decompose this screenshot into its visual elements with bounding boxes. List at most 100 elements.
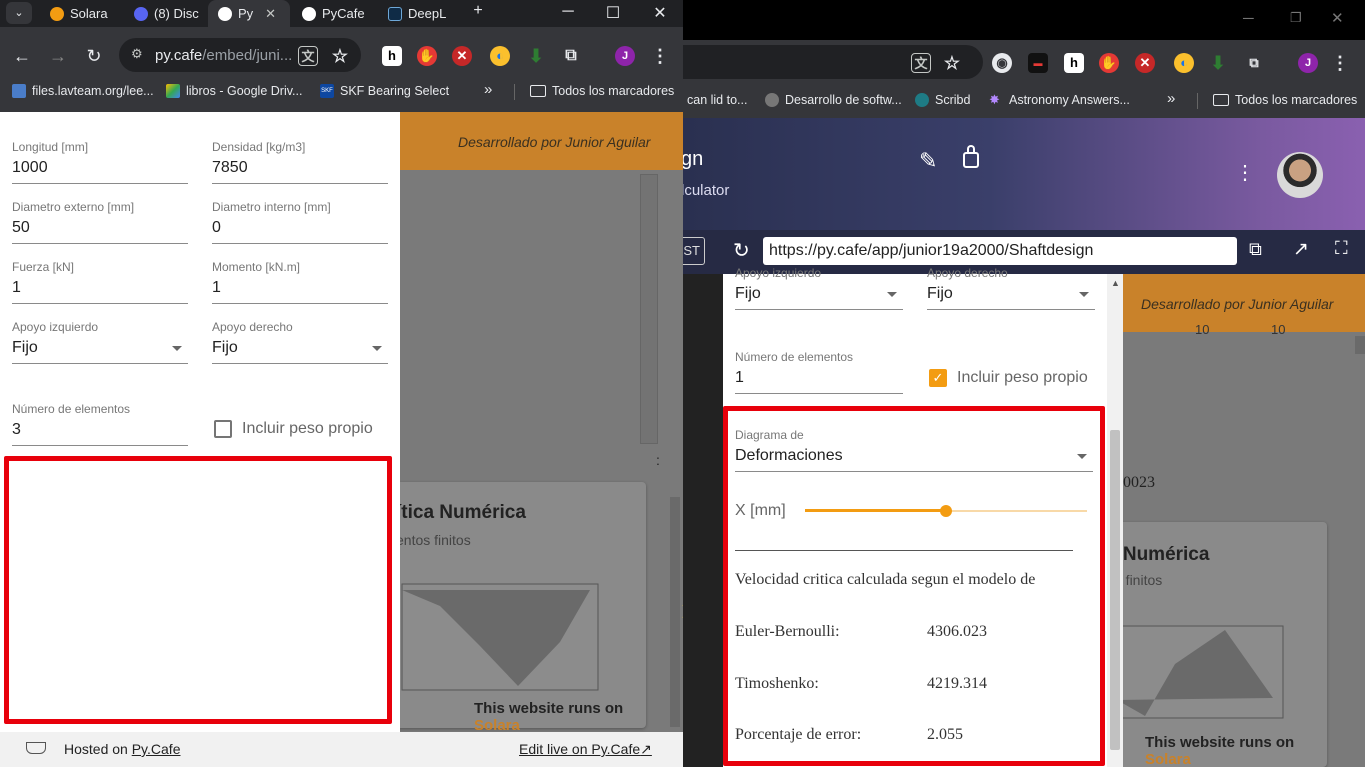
ublock-extension-icon[interactable]: ✕ — [1135, 53, 1155, 73]
menu-kebab-icon[interactable]: ⋮ — [1330, 53, 1350, 73]
extension-icon[interactable]: ▬ — [1028, 53, 1048, 73]
fuerza-field[interactable]: Fuerza [kN] 1 — [12, 260, 188, 304]
extensions-puzzle-icon[interactable]: ⧉ — [561, 46, 581, 66]
peso-propio-checkbox[interactable]: Incluir peso propio — [214, 420, 373, 438]
tab-discord[interactable]: (8) Disc — [124, 0, 208, 27]
bookmark-item[interactable]: SKF SKF Bearing Select — [320, 84, 449, 98]
apoyo-izquierdo-select[interactable]: Apoyo izquierdo Fijo — [12, 320, 188, 364]
reload-icon[interactable]: ↻ — [82, 44, 106, 68]
honey-extension-icon[interactable]: h — [382, 46, 402, 66]
bookmark-star-icon[interactable]: ☆ — [942, 53, 962, 73]
bookmark-item[interactable]: libros - Google Driv... — [166, 84, 302, 98]
numerica-card: a Numérica os finitos This website runs … — [1107, 522, 1327, 767]
window-minimize-inactive[interactable]: ─ — [1243, 10, 1254, 27]
extensions-puzzle-icon[interactable]: ⧉ — [1244, 53, 1264, 73]
scribd-icon — [915, 93, 929, 107]
apoyo-derecho-select[interactable]: Apoyo derecho Fijo — [212, 320, 388, 364]
diagrama-select[interactable]: Diagrama de Deformaciones — [735, 428, 1093, 472]
user-avatar[interactable] — [1277, 152, 1323, 198]
panel-scrollbar[interactable]: ▲ — [1107, 274, 1123, 767]
ublock-extension-icon[interactable]: ✕ — [452, 46, 472, 66]
shaft-input-panel: ▲ Apoyo izquierdo Fijo Apoyo derecho Fijo … — [723, 266, 1123, 767]
x-slider[interactable] — [805, 505, 1087, 517]
numero-elementos-field[interactable]: Número de elementos 3 — [12, 402, 188, 446]
forward-icon[interactable]: → — [46, 44, 70, 68]
new-tab-button[interactable]: + — [463, 2, 493, 20]
apoyo-derecho-select[interactable]: Apoyo derecho Fijo — [927, 266, 1095, 310]
menu-kebab-icon[interactable]: ⋮ — [650, 46, 670, 66]
diametro-externo-field[interactable]: Diametro externo [mm] 50 — [12, 200, 188, 244]
edit-live-link[interactable]: Edit live on Py.Cafe↗ — [519, 741, 652, 758]
numero-elementos-field[interactable]: Número de elementos 1 — [735, 350, 903, 394]
all-bookmarks-folder[interactable]: Todos los marcadores — [530, 84, 674, 98]
tab-strip: ⌄ Solara (8) Disc Py ✕ PyCafe DeepL + ─ ☐… — [0, 0, 683, 27]
pycafe-link[interactable]: Py.Cafe — [132, 741, 181, 757]
bookmark-star-icon[interactable]: ☆ — [330, 46, 350, 66]
edit-pencil-icon[interactable]: ✎ — [919, 148, 937, 174]
momento-field[interactable]: Momento [kN.m] 1 — [212, 260, 388, 304]
maximize-button[interactable]: ☐ — [598, 3, 628, 23]
code-scroll-panel — [640, 174, 658, 444]
pycafe-app-header: gn lculator ✎ ⋮ — [683, 118, 1365, 230]
translate-icon[interactable]: 文 — [911, 53, 931, 73]
tab-pycafe[interactable]: PyCafe — [292, 0, 376, 27]
densidad-field[interactable]: Densidad [kg/m3] 7850 — [212, 140, 388, 184]
profile-avatar[interactable]: J — [1298, 53, 1318, 73]
back-icon[interactable]: ← — [10, 44, 34, 68]
more-options-icon[interactable]: ⋮ — [1235, 160, 1255, 185]
peso-propio-checkbox[interactable]: ✓ Incluir peso propio — [929, 369, 1088, 387]
preview-url-input[interactable]: https://py.cafe/app/junior19a2000/Shaftd… — [763, 237, 1237, 265]
pycafe-icon — [302, 6, 316, 21]
tab-py-active[interactable]: Py ✕ — [208, 0, 290, 27]
pycafe-footer: Hosted on Py.Cafe Edit live on Py.Cafe↗ — [0, 732, 683, 767]
address-bar[interactable] — [683, 45, 983, 79]
window-close-inactive[interactable]: ✕ — [1331, 9, 1344, 27]
reload-icon[interactable]: ↻ — [733, 238, 750, 263]
bookmark-item[interactable]: Desarrollo de softw... — [765, 93, 902, 107]
apoyo-izquierdo-select[interactable]: Apoyo izquierdo Fijo — [735, 266, 903, 310]
tab-solara[interactable]: Solara — [40, 0, 122, 27]
translate-icon[interactable]: 文 — [298, 46, 318, 66]
diametro-interno-field[interactable]: Diametro interno [mm] 0 — [212, 200, 388, 244]
window-restore-inactive[interactable]: ❐ — [1290, 10, 1302, 26]
open-external-icon[interactable]: ↗ — [1293, 238, 1309, 261]
copy-icon[interactable]: ⧉ — [1249, 239, 1262, 260]
close-window-button[interactable]: ✕ — [645, 3, 675, 23]
close-tab-icon[interactable]: ✕ — [265, 6, 276, 22]
adblock-extension-icon[interactable]: ✋ — [417, 46, 437, 66]
longitud-field[interactable]: Longitud [mm] 1000 — [12, 140, 188, 184]
deformation-plot — [401, 583, 599, 691]
scroll-up-arrow[interactable]: ▲ — [1111, 278, 1120, 288]
scrollbar-thumb[interactable] — [1110, 430, 1120, 750]
extension-icon[interactable]: ◐ — [490, 46, 510, 66]
download-extension-icon[interactable]: ⬇ — [526, 46, 546, 66]
site-info-icon[interactable]: ⚙ — [131, 46, 143, 62]
bookmark-item[interactable]: Scribd — [915, 93, 970, 107]
st-button[interactable]: ST — [683, 237, 705, 265]
bookmarks-overflow-button[interactable]: » — [484, 81, 492, 98]
adblock-extension-icon[interactable]: ✋ — [1099, 53, 1119, 73]
right-scrollbar[interactable] — [1355, 336, 1365, 354]
bookmark-item[interactable]: files.lavteam.org/lee... — [12, 84, 154, 98]
profile-avatar[interactable]: J — [615, 46, 635, 66]
tab-search-button[interactable]: ⌄ — [6, 2, 32, 24]
lock-icon[interactable] — [963, 145, 979, 168]
minimize-button[interactable]: ─ — [553, 3, 583, 21]
bookmark-item[interactable]: can lid to... — [687, 93, 747, 107]
browser-toolbar: ← → ↻ ⚙ py.cafe/embed/juni... 文 ☆ h ✋ ✕ … — [0, 38, 683, 74]
author-banner: Desarrollado por Junior Aguilar — [1123, 274, 1365, 332]
all-bookmarks-folder[interactable]: Todos los marcadores — [1213, 93, 1357, 107]
address-bar[interactable]: ⚙ py.cafe/embed/juni... — [119, 38, 361, 72]
fullscreen-icon[interactable]: ⛶ — [1335, 238, 1348, 259]
tab-deepl[interactable]: DeepL — [378, 0, 458, 27]
slider-thumb[interactable] — [940, 505, 952, 517]
right-scrollbar[interactable] — [670, 497, 680, 727]
honey-extension-icon[interactable]: h — [1064, 53, 1084, 73]
bookmark-item[interactable]: ✸ Astronomy Answers... — [989, 93, 1130, 108]
chevron-down-icon — [887, 292, 897, 297]
extension-icon[interactable]: ◉ — [992, 53, 1012, 73]
extension-icon[interactable]: ◐ — [1174, 53, 1194, 73]
bookmarks-overflow-button[interactable]: » — [1167, 90, 1175, 107]
bookmarks-divider — [1197, 93, 1198, 109]
download-extension-icon[interactable]: ⬇ — [1208, 53, 1228, 73]
